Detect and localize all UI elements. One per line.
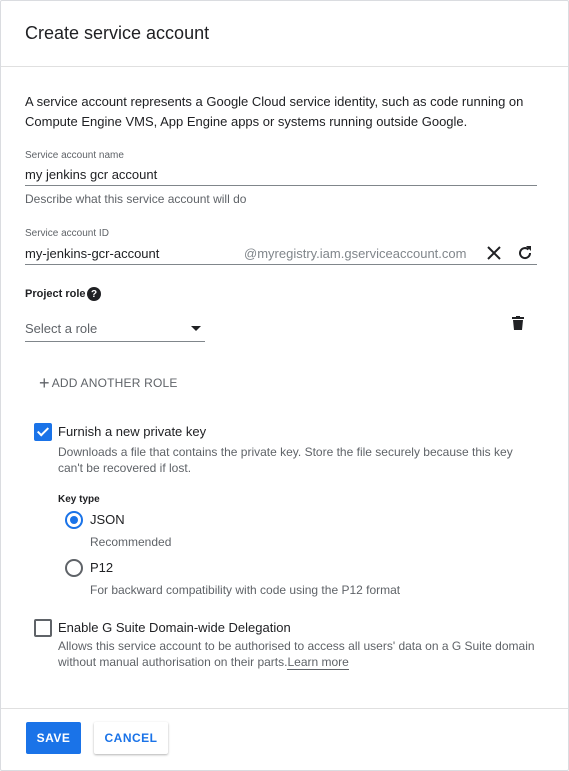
- help-icon[interactable]: ?: [87, 287, 101, 301]
- p12-label: P12: [90, 560, 114, 575]
- delete-icon[interactable]: [507, 312, 529, 334]
- key-type-label: Key type: [58, 494, 100, 505]
- role-select[interactable]: Select a role: [25, 317, 205, 341]
- project-role-label: Project role: [25, 288, 86, 300]
- json-radio[interactable]: [65, 511, 83, 529]
- private-key-checkbox[interactable]: [34, 423, 52, 441]
- json-sub: Recommended: [90, 535, 172, 549]
- create-service-account-dialog: Create service account A service account…: [0, 0, 569, 771]
- service-account-name-underline: [25, 185, 537, 186]
- json-label: JSON: [90, 512, 125, 527]
- p12-sub: For backward compatibility with code usi…: [90, 583, 401, 597]
- service-account-id-input[interactable]: my-jenkins-gcr-account: [25, 246, 159, 261]
- p12-radio[interactable]: [65, 559, 83, 577]
- header-divider: [1, 66, 568, 67]
- service-account-id-label: Service account ID: [25, 228, 109, 239]
- add-another-role-label: ADD ANOTHER ROLE: [51, 376, 178, 390]
- dialog-description: A service account represents a Google Cl…: [25, 94, 524, 129]
- save-button[interactable]: SAVE: [26, 722, 81, 754]
- cancel-button[interactable]: CANCEL: [94, 722, 168, 754]
- delegation-description: Allows this service account to be author…: [58, 638, 538, 670]
- role-select-placeholder: Select a role: [25, 321, 98, 336]
- dialog-title: Create service account: [25, 23, 210, 43]
- plus-icon: +: [39, 372, 50, 393]
- service-account-name-hint: Describe what this service account will …: [25, 192, 247, 206]
- clear-icon[interactable]: [483, 242, 505, 264]
- service-account-id-underline: [25, 264, 537, 265]
- private-key-label: Furnish a new private key: [58, 424, 207, 439]
- refresh-icon[interactable]: [514, 242, 536, 264]
- learn-more-link[interactable]: Learn more: [287, 655, 349, 670]
- add-another-role-button[interactable]: + ADD ANOTHER ROLE: [39, 373, 178, 393]
- service-account-name-label: Service account name: [25, 150, 124, 161]
- delegation-label: Enable G Suite Domain-wide Delegation: [58, 620, 291, 635]
- delegation-checkbox[interactable]: [34, 619, 52, 637]
- dropdown-arrow-icon: [191, 326, 201, 331]
- role-select-underline: [25, 341, 205, 342]
- private-key-description: Downloads a file that contains the priva…: [58, 445, 513, 475]
- footer-divider: [1, 708, 568, 709]
- service-account-id-suffix: @myregistry.iam.gserviceaccount.com: [244, 246, 467, 261]
- service-account-name-input[interactable]: my jenkins gcr account: [25, 167, 157, 182]
